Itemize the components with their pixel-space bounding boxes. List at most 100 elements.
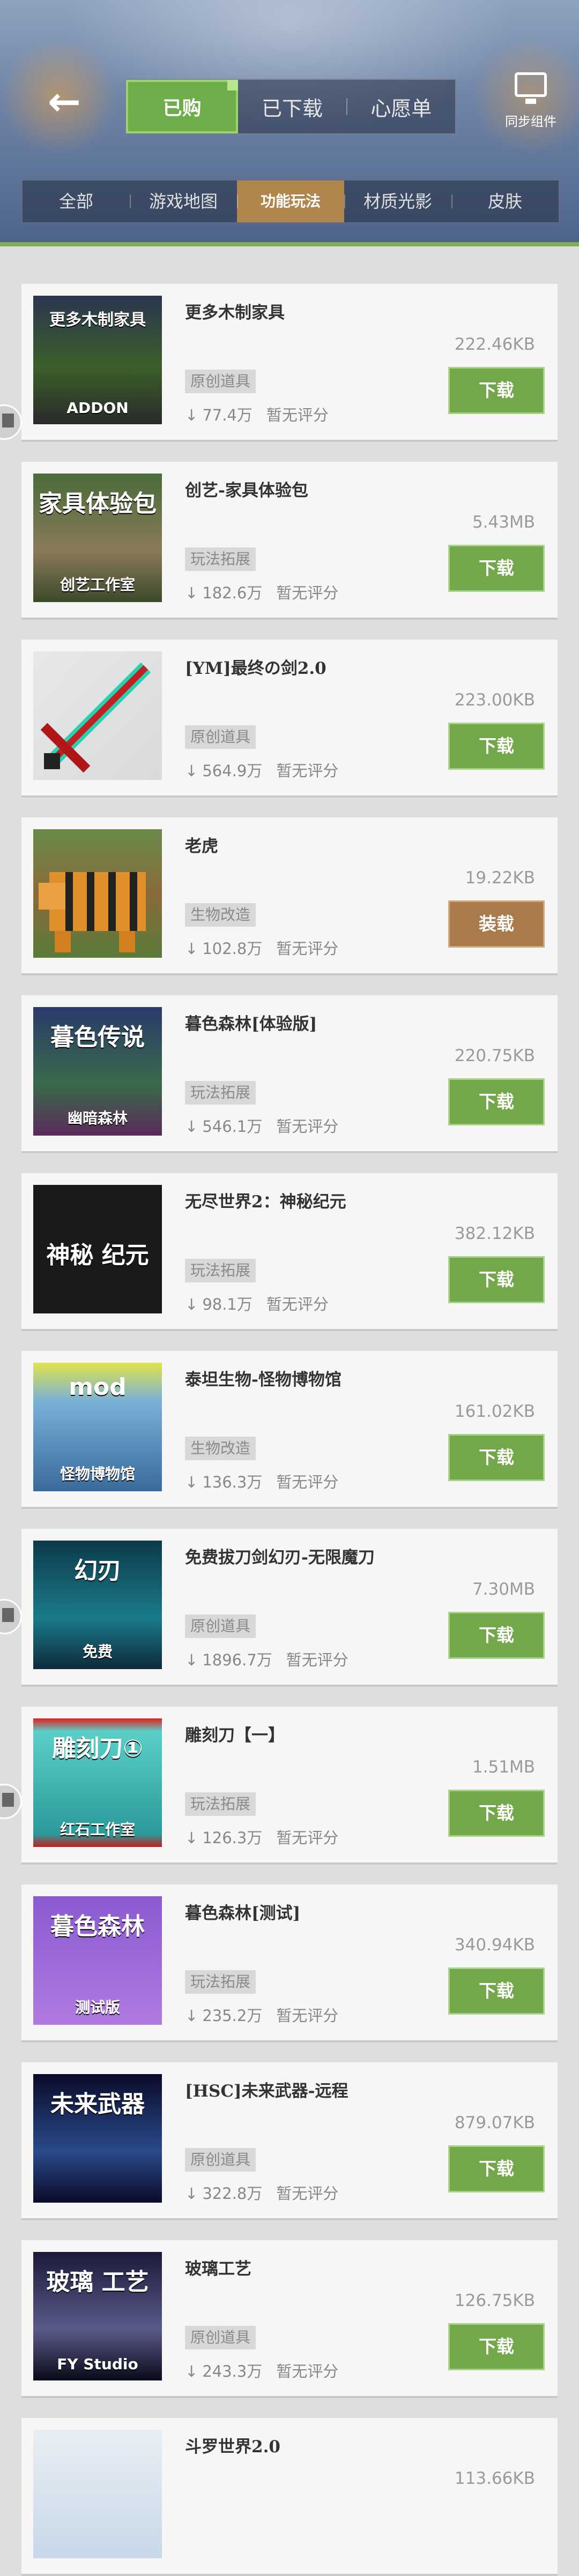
addon-thumbnail[interactable]: 家具体验包 创艺工作室 (33, 474, 162, 602)
addon-stats: ↓ 182.6万 暂无评分 (185, 581, 338, 603)
thumb-title: 更多木制家具 (49, 311, 146, 329)
rating-text: 暂无评分 (266, 406, 329, 424)
addon-thumbnail[interactable]: 未来武器 (33, 2074, 162, 2203)
tab-wishlist[interactable]: 心愿单 (347, 80, 455, 133)
addon-stats: ↓ 126.3万 暂无评分 (185, 1826, 338, 1848)
download-button[interactable]: 下载 (448, 2323, 545, 2370)
rating-text: 暂无评分 (276, 1117, 339, 1136)
side-handle[interactable] (0, 404, 22, 440)
addon-card-titan-creatures[interactable]: mod 怪物博物馆 泰坦生物-怪物博物馆 161.02KB 生物改造 ↓ 136.3万 暂无评… (21, 1351, 558, 1509)
addon-thumbnail[interactable]: 暮色森林 测试版 (33, 1896, 162, 2025)
addon-category-tag: 原创道具 (185, 370, 256, 393)
rating-text: 暂无评分 (266, 1295, 329, 1313)
addon-category-tag: 玩法拓展 (185, 1970, 256, 1994)
side-handle[interactable] (0, 1599, 22, 1634)
download-arrow-icon: ↓ (185, 406, 198, 424)
download-arrow-icon: ↓ (185, 1117, 198, 1136)
addon-card-twilight-forest-test[interactable]: 暮色森林 测试版 暮色森林[测试] 340.94KB 玩法拓展 ↓ 235.2万 暂无评分 下载 (21, 1884, 558, 2042)
download-count: 102.8万 (202, 940, 263, 958)
sync-label: 同步组件 (505, 114, 556, 129)
rating-text: 暂无评分 (276, 584, 339, 602)
addon-card-more-wood-furniture[interactable]: 更多木制家具 ADDON 更多木制家具 222.46KB 原创道具 ↓ 77.4万 暂无评分 下… (21, 284, 558, 442)
back-button[interactable]: ← (38, 80, 91, 123)
addon-thumbnail[interactable]: 更多木制家具 ADDON (33, 296, 162, 424)
addon-title: 无尽世界2：神秘纪元 (185, 1192, 346, 1212)
addon-card-tiger[interactable]: 老虎 19.22KB 生物改造 ↓ 102.8万 暂无评分 装载 (21, 817, 558, 975)
thumb-title: mod (69, 1373, 127, 1401)
download-arrow-icon: ↓ (185, 940, 198, 958)
tab-downloaded[interactable]: 已下载 (238, 80, 346, 133)
addon-file-size: 223.00KB (454, 690, 535, 710)
download-button[interactable]: 下载 (448, 723, 545, 770)
addon-stats: ↓ 102.8万 暂无评分 (185, 936, 338, 959)
addon-category-tag: 原创道具 (185, 2148, 256, 2172)
download-button[interactable]: 下载 (448, 545, 545, 592)
download-button[interactable]: 下载 (448, 1790, 545, 1837)
addon-thumbnail[interactable] (33, 651, 162, 780)
addon-card-final-sword[interactable]: [YM]最终の剑2.0 223.00KB 原创道具 ↓ 564.9万 暂无评分 下载 (21, 640, 558, 798)
download-button[interactable]: 下载 (448, 1078, 545, 1125)
thumb-title: 家具体验包 (39, 490, 157, 517)
download-arrow-icon: ↓ (185, 2362, 198, 2380)
header-bar: ← 已购 已下载 心愿单 同步组件 全部 游戏地图 功能玩法 材质光影 皮肤 (0, 0, 579, 246)
load-button[interactable]: 装载 (448, 900, 545, 948)
category-textures[interactable]: 材质光影 (344, 181, 451, 222)
thumb-title: 神秘 纪元 (46, 1242, 149, 1269)
tab-purchased[interactable]: 已购 (126, 80, 239, 133)
download-arrow-icon: ↓ (185, 2007, 198, 2025)
addon-thumbnail[interactable] (33, 2430, 162, 2558)
addon-card-furniture-pack[interactable]: 家具体验包 创艺工作室 创艺-家具体验包 5.43MB 玩法拓展 ↓ 182.6万 暂无评分 下… (21, 462, 558, 620)
addon-stats: ↓ 564.9万 暂无评分 (185, 758, 338, 781)
download-button[interactable]: 下载 (448, 1434, 545, 1481)
category-maps[interactable]: 游戏地图 (130, 181, 237, 222)
download-button[interactable]: 下载 (448, 2145, 545, 2192)
download-button[interactable]: 下载 (448, 1967, 545, 2015)
download-arrow-icon: ↓ (185, 584, 198, 602)
addon-title: 创艺-家具体验包 (185, 481, 308, 500)
addon-thumbnail[interactable]: mod 怪物博物馆 (33, 1363, 162, 1491)
download-button[interactable]: 下载 (448, 1612, 545, 1659)
addon-thumbnail[interactable] (33, 829, 162, 958)
thumb-subtitle: ADDON (66, 399, 129, 417)
thumb-subtitle: FY Studio (57, 2355, 138, 2373)
addon-title: 暮色森林[体验版] (185, 1015, 317, 1034)
thumb-title: 未来武器 (50, 2091, 145, 2118)
addon-thumbnail[interactable]: 神秘 纪元 (33, 1185, 162, 1313)
addon-file-size: 126.75KB (454, 2291, 535, 2310)
addon-thumbnail[interactable]: 暮色传说 幽暗森林 (33, 1007, 162, 1136)
addon-file-size: 1.51MB (472, 1758, 535, 1777)
download-button[interactable]: 下载 (448, 1256, 545, 1303)
download-arrow-icon: ↓ (185, 1473, 198, 1491)
thumb-title: 暮色传说 (50, 1024, 145, 1051)
rating-text: 暂无评分 (276, 2362, 339, 2380)
download-count: 546.1万 (202, 1117, 263, 1136)
thumb-subtitle: 幽暗森林 (67, 1109, 128, 1127)
addon-title: 老虎 (185, 837, 218, 856)
addon-file-size: 220.75KB (454, 1046, 535, 1065)
addon-card-glass-craft[interactable]: 玻璃 工艺 FY Studio 玻璃工艺 126.75KB 原创道具 ↓ 243.3万 暂无评… (21, 2240, 558, 2398)
addon-card-endless-world[interactable]: 神秘 纪元 无尽世界2：神秘纪元 382.12KB 玩法拓展 ↓ 98.1万 暂无评分 下载 (21, 1173, 558, 1331)
addon-card-future-weapons[interactable]: 未来武器 [HSC]未来武器-远程 879.07KB 原创道具 ↓ 322.8万 暂无评分 下… (21, 2062, 558, 2220)
addon-card-twilight-forest-trial[interactable]: 暮色传说 幽暗森林 暮色森林[体验版] 220.75KB 玩法拓展 ↓ 546.1万 暂无评分… (21, 995, 558, 1153)
download-arrow-icon: ↓ (185, 1295, 198, 1313)
addon-file-size: 222.46KB (454, 335, 535, 354)
addon-title: [HSC]未来武器-远程 (185, 2082, 348, 2101)
addon-card-carving-knife[interactable]: 雕刻刀① 红石工作室 雕刻刀【一】 1.51MB 玩法拓展 ↓ 126.3万 暂无评分 下载 (21, 1707, 558, 1865)
addon-title: 泰坦生物-怪物博物馆 (185, 1370, 342, 1390)
download-arrow-icon: ↓ (185, 2184, 198, 2203)
addon-thumbnail[interactable]: 幻刃 免费 (33, 1541, 162, 1669)
category-all[interactable]: 全部 (23, 181, 130, 222)
category-bar: 全部 游戏地图 功能玩法 材质光影 皮肤 (21, 179, 560, 223)
addon-thumbnail[interactable]: 玻璃 工艺 FY Studio (33, 2252, 162, 2380)
category-gameplay[interactable]: 功能玩法 (237, 181, 344, 222)
addon-thumbnail[interactable]: 雕刻刀① 红石工作室 (33, 1718, 162, 1847)
addon-category-tag: 玩法拓展 (185, 547, 256, 571)
category-skins[interactable]: 皮肤 (451, 181, 559, 222)
addon-card-douluo-world[interactable]: 斗罗世界2.0 113.66KB (21, 2418, 558, 2576)
side-handle[interactable] (0, 1784, 22, 1819)
sync-components-button[interactable]: 同步组件 (499, 72, 563, 131)
rating-text: 暂无评分 (276, 2007, 339, 2025)
addon-category-tag: 生物改造 (185, 1437, 256, 1460)
download-button[interactable]: 下载 (448, 367, 545, 414)
addon-card-blade-mod[interactable]: 幻刃 免费 免费拔刀剑幻刃-无限魔刀 7.30MB 原创道具 ↓ 1896.7万 暂无评分 下载 (21, 1529, 558, 1687)
